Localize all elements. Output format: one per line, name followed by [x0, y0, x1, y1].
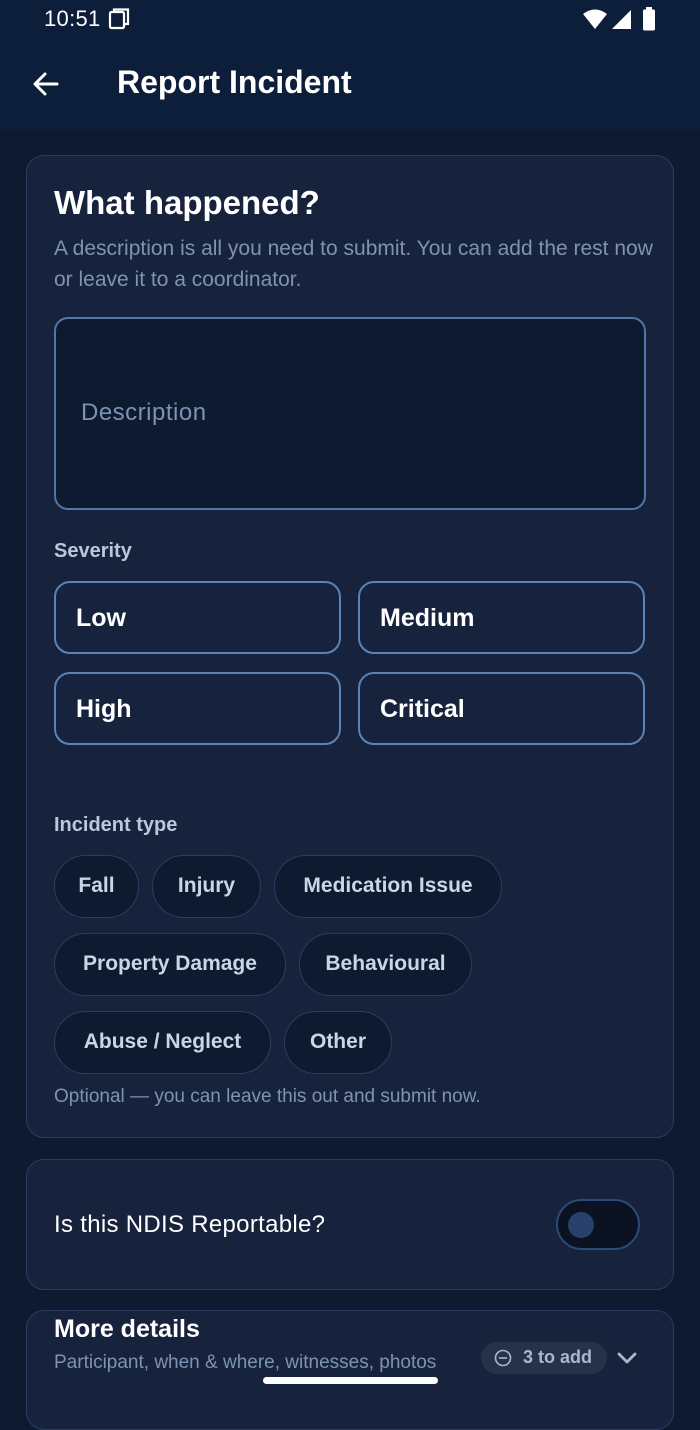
- more-details-title: More details: [54, 1315, 200, 1343]
- severity-option-label: Medium: [380, 604, 475, 632]
- wifi-icon: [583, 9, 607, 29]
- description-input[interactable]: Description: [54, 317, 646, 510]
- incident-type-helper: Optional — you can leave this out and su…: [54, 1086, 481, 1107]
- battery-icon: [643, 7, 655, 31]
- chip-behavioural[interactable]: Behavioural: [299, 933, 472, 996]
- section-subtext: A description is all you need to submit.…: [54, 237, 653, 291]
- severity-high-button[interactable]: High: [54, 672, 341, 745]
- toggle-knob: [568, 1212, 594, 1238]
- arrow-left-icon[interactable]: [30, 68, 62, 100]
- section-heading: What happened?: [54, 184, 320, 221]
- chip-injury[interactable]: Injury: [152, 855, 261, 918]
- chip-fall[interactable]: Fall: [54, 855, 139, 918]
- chip-other[interactable]: Other: [284, 1011, 392, 1074]
- minus-circle-icon: [494, 1349, 512, 1367]
- ndis-reportable-toggle[interactable]: [556, 1199, 640, 1250]
- chip-property-damage[interactable]: Property Damage: [54, 933, 286, 996]
- badge-label: 3 to add: [523, 1347, 593, 1367]
- to-add-badge: 3 to add: [481, 1342, 607, 1374]
- severity-option-label: High: [76, 695, 132, 723]
- chip-abuse-neglect[interactable]: Abuse / Neglect: [54, 1011, 271, 1074]
- signal-icon: [612, 10, 631, 29]
- severity-critical-button[interactable]: Critical: [358, 672, 645, 745]
- incident-type-label: Incident type: [54, 814, 178, 836]
- description-placeholder: Description: [81, 399, 207, 426]
- sim-card-icon: [108, 8, 130, 30]
- chevron-down-icon[interactable]: [614, 1346, 640, 1372]
- severity-low-button[interactable]: Low: [54, 581, 341, 654]
- severity-option-label: Low: [76, 604, 126, 632]
- home-indicator[interactable]: [263, 1377, 438, 1384]
- more-details-subtitle: Participant, when & where, witnesses, ph…: [54, 1352, 437, 1373]
- status-bar: 10:51: [0, 0, 700, 38]
- ndis-reportable-label: Is this NDIS Reportable?: [54, 1211, 326, 1238]
- status-time: 10:51: [44, 6, 101, 31]
- app-bar: Report Incident: [0, 38, 700, 130]
- severity-medium-button[interactable]: Medium: [358, 581, 645, 654]
- page-title: Report Incident: [117, 64, 352, 100]
- severity-option-label: Critical: [380, 695, 465, 723]
- chip-medication-issue[interactable]: Medication Issue: [274, 855, 502, 918]
- severity-label: Severity: [54, 540, 132, 562]
